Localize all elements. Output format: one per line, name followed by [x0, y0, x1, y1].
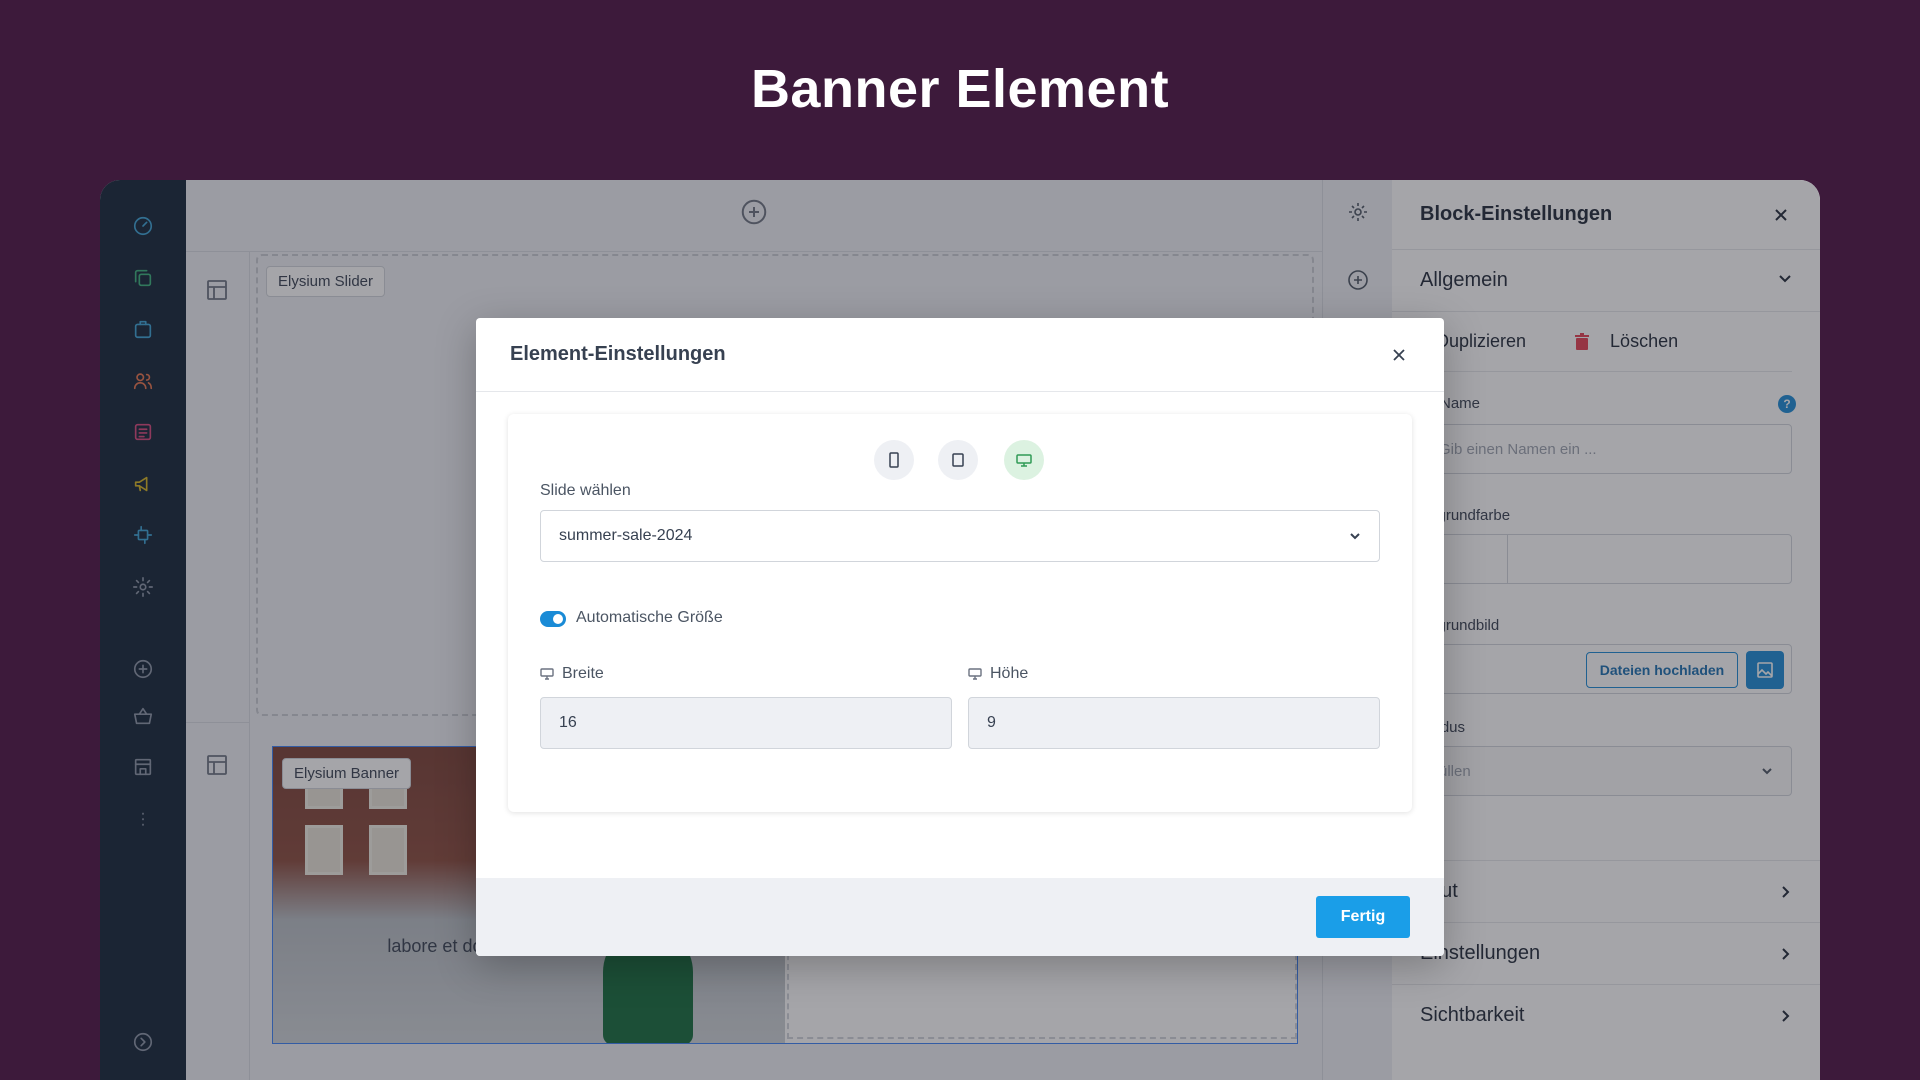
- element-settings-modal: Element-Einstellungen Slide wählen summe…: [476, 318, 1444, 956]
- desktop-view-button[interactable]: [1004, 440, 1044, 480]
- width-input[interactable]: 16: [540, 697, 952, 749]
- auto-size-label: Automatische Größe: [576, 609, 723, 626]
- page-hero-title: Banner Element: [750, 59, 1170, 119]
- height-label: Höhe: [990, 665, 1029, 682]
- slide-select[interactable]: summer-sale-2024: [540, 510, 1380, 562]
- mobile-icon: [889, 452, 899, 468]
- modal-title: Element-Einstellungen: [510, 343, 726, 365]
- width-label-group: Breite: [540, 665, 604, 683]
- close-icon[interactable]: [1388, 344, 1410, 366]
- modal-card: Slide wählen summer-sale-2024 Automatisc…: [508, 414, 1412, 812]
- tablet-view-button[interactable]: [938, 440, 978, 480]
- slide-label: Slide wählen: [540, 482, 631, 499]
- chevron-down-icon: [1350, 533, 1360, 540]
- tablet-icon: [952, 453, 964, 467]
- modal-footer: Fertig: [476, 878, 1444, 956]
- mobile-view-button[interactable]: [874, 440, 914, 480]
- modal-header: Element-Einstellungen: [476, 318, 1444, 392]
- auto-size-toggle[interactable]: [540, 611, 566, 627]
- height-input[interactable]: 9: [968, 697, 1380, 749]
- height-label-group: Höhe: [968, 665, 1028, 683]
- desktop-icon: [1016, 454, 1032, 467]
- desktop-icon: [540, 668, 554, 680]
- width-label: Breite: [562, 665, 604, 682]
- done-button[interactable]: Fertig: [1316, 896, 1410, 938]
- desktop-icon: [968, 668, 982, 680]
- slide-select-value: summer-sale-2024: [559, 527, 693, 544]
